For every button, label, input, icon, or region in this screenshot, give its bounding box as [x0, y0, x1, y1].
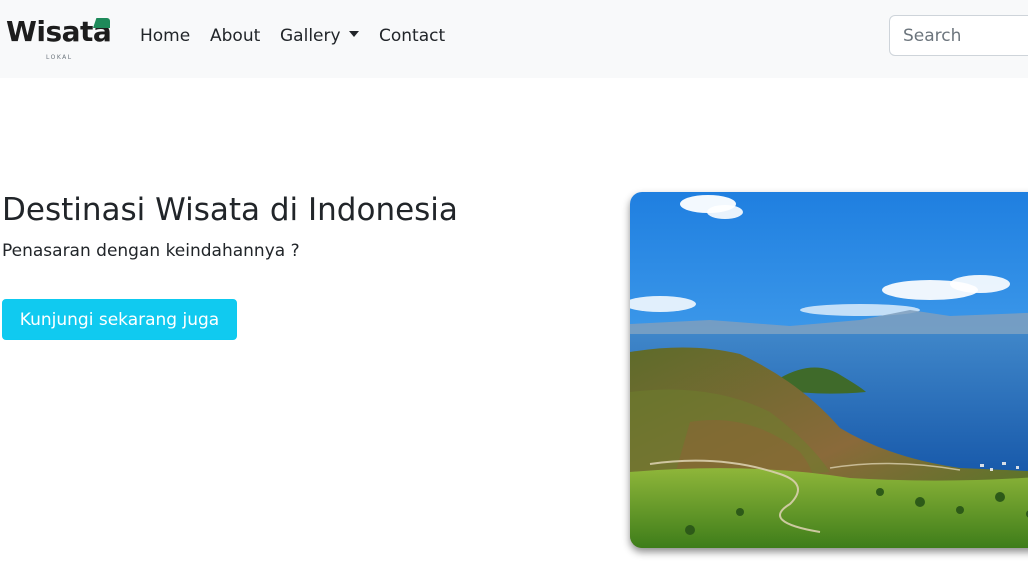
nav-home-link[interactable]: Home	[140, 24, 190, 48]
hero-landscape-image	[630, 192, 1028, 548]
caret-down-icon	[348, 31, 359, 37]
hero-subtitle: Penasaran dengan keindahannya ?	[2, 241, 300, 261]
nav-gallery-label: Gallery	[280, 26, 341, 46]
brand-logo[interactable]: Wisata LOKAL	[6, 12, 116, 64]
nav-about-link[interactable]: About	[210, 24, 260, 48]
nav-gallery-dropdown[interactable]: Gallery	[280, 24, 359, 48]
hero-title: Destinasi Wisata di Indonesia	[2, 192, 458, 228]
brand-name: Wisata	[6, 15, 112, 48]
lake-landscape-picture	[630, 192, 1028, 548]
search-input[interactable]	[889, 15, 1028, 56]
navbar: Wisata LOKAL Home About Gallery Contact	[0, 0, 1028, 78]
nav-contact-link[interactable]: Contact	[379, 24, 445, 48]
visit-now-button[interactable]: Kunjungi sekarang juga	[2, 299, 237, 340]
brand-subtitle: LOKAL	[46, 54, 73, 61]
